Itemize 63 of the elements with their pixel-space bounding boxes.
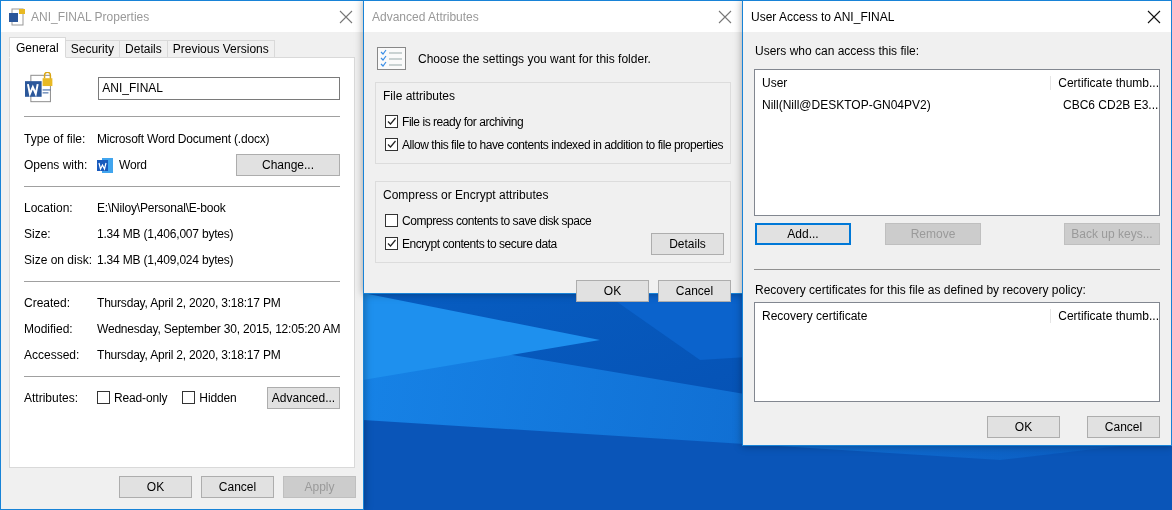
field-label: Size: — [24, 227, 52, 241]
field-label: Attributes: — [24, 390, 80, 405]
field-label: Location: — [24, 201, 74, 215]
checkbox[interactable] — [182, 391, 196, 404]
dialog-button[interactable]: Cancel — [201, 476, 274, 498]
checkbox[interactable] — [385, 214, 398, 227]
field-label: Modified: — [24, 322, 74, 336]
tab[interactable]: General — [9, 37, 66, 58]
field-value: Thursday, April 2, 2020, 3:18:17 PM — [97, 296, 281, 310]
group-title: Compress or Encrypt attributes — [383, 188, 550, 202]
group-title: File attributes — [383, 89, 457, 103]
column-header: Certificate thumb... — [1050, 309, 1159, 323]
checkbox[interactable] — [385, 138, 398, 151]
checkbox[interactable] — [385, 237, 398, 250]
word-document-icon — [9, 7, 25, 26]
change-button[interactable]: Change... — [236, 154, 340, 176]
field-label: Accessed: — [24, 348, 81, 362]
tab[interactable]: Security — [65, 40, 121, 58]
dialog-button[interactable]: Cancel — [1087, 416, 1160, 438]
field-value: 1.34 MB (1,409,024 bytes) — [97, 253, 234, 267]
dialog-button[interactable]: OK — [987, 416, 1060, 438]
checkbox[interactable] — [97, 391, 110, 404]
details-button[interactable]: Details — [651, 232, 724, 255]
dialog-button[interactable]: Add... — [755, 223, 851, 245]
field-value: Thursday, April 2, 2020, 3:18:17 PM — [97, 348, 281, 362]
close-icon[interactable] — [1147, 9, 1161, 24]
checkbox-label: Compress contents to save disk space — [402, 213, 592, 228]
section-label: Users who can access this file: — [754, 43, 921, 60]
advanced-button[interactable]: Advanced... — [267, 386, 340, 409]
field-label: Created: — [24, 296, 72, 310]
checkbox[interactable] — [385, 115, 398, 128]
window-title: Advanced Attributes — [372, 9, 479, 24]
column-header: User — [761, 76, 789, 90]
word-document-icon — [25, 72, 55, 104]
dialog-button[interactable]: OK — [576, 280, 649, 302]
dialog-button[interactable]: OK — [119, 476, 192, 498]
file-name-field[interactable]: ANI_FINAL — [98, 76, 340, 100]
column-header: Certificate thumb... — [1050, 76, 1159, 90]
window-title: User Access to ANI_FINAL — [751, 9, 895, 24]
field-value: Word — [119, 158, 147, 172]
table-cell-text: Nill(Nill@DESKTOP-GN04PV2) — [761, 98, 932, 112]
window-title: ANI_FINAL Properties — [31, 9, 150, 24]
column-header: Recovery certificate — [761, 309, 869, 323]
checkbox-label: Allow this file to have contents indexed in addition to file properties — [402, 137, 723, 152]
field-label: Size on disk: — [24, 253, 94, 267]
section-label: Recovery certificates for this file as defined by recovery policy: — [754, 282, 1087, 299]
field-label: Type of file: — [24, 132, 87, 146]
intro-text: Choose the settings you want for this folder. — [418, 51, 651, 66]
field-value: Wednesday, September 30, 2015, 12:05:20 AM — [97, 322, 341, 336]
checkbox-label: File is ready for archiving — [402, 114, 524, 129]
word-app-icon — [97, 157, 113, 173]
tab[interactable]: Details — [120, 40, 168, 58]
checklist-icon — [377, 47, 406, 70]
field-value: Microsoft Word Document (.docx) — [97, 132, 270, 146]
field-value: E:\Niloy\Personal\E-book — [97, 201, 226, 215]
checkbox-label: Hidden — [199, 390, 237, 405]
dialog-button[interactable]: Cancel — [658, 280, 731, 302]
checkbox-label: Encrypt contents to secure data — [402, 236, 557, 251]
field-label: Opens with: — [24, 158, 89, 172]
tab[interactable]: Previous Versions — [167, 40, 275, 58]
table-cell-text: CBC6 CD2B E3... — [1062, 98, 1159, 112]
checkbox-label: Read-only — [114, 390, 168, 405]
field-value: 1.34 MB (1,406,007 bytes) — [97, 227, 234, 241]
